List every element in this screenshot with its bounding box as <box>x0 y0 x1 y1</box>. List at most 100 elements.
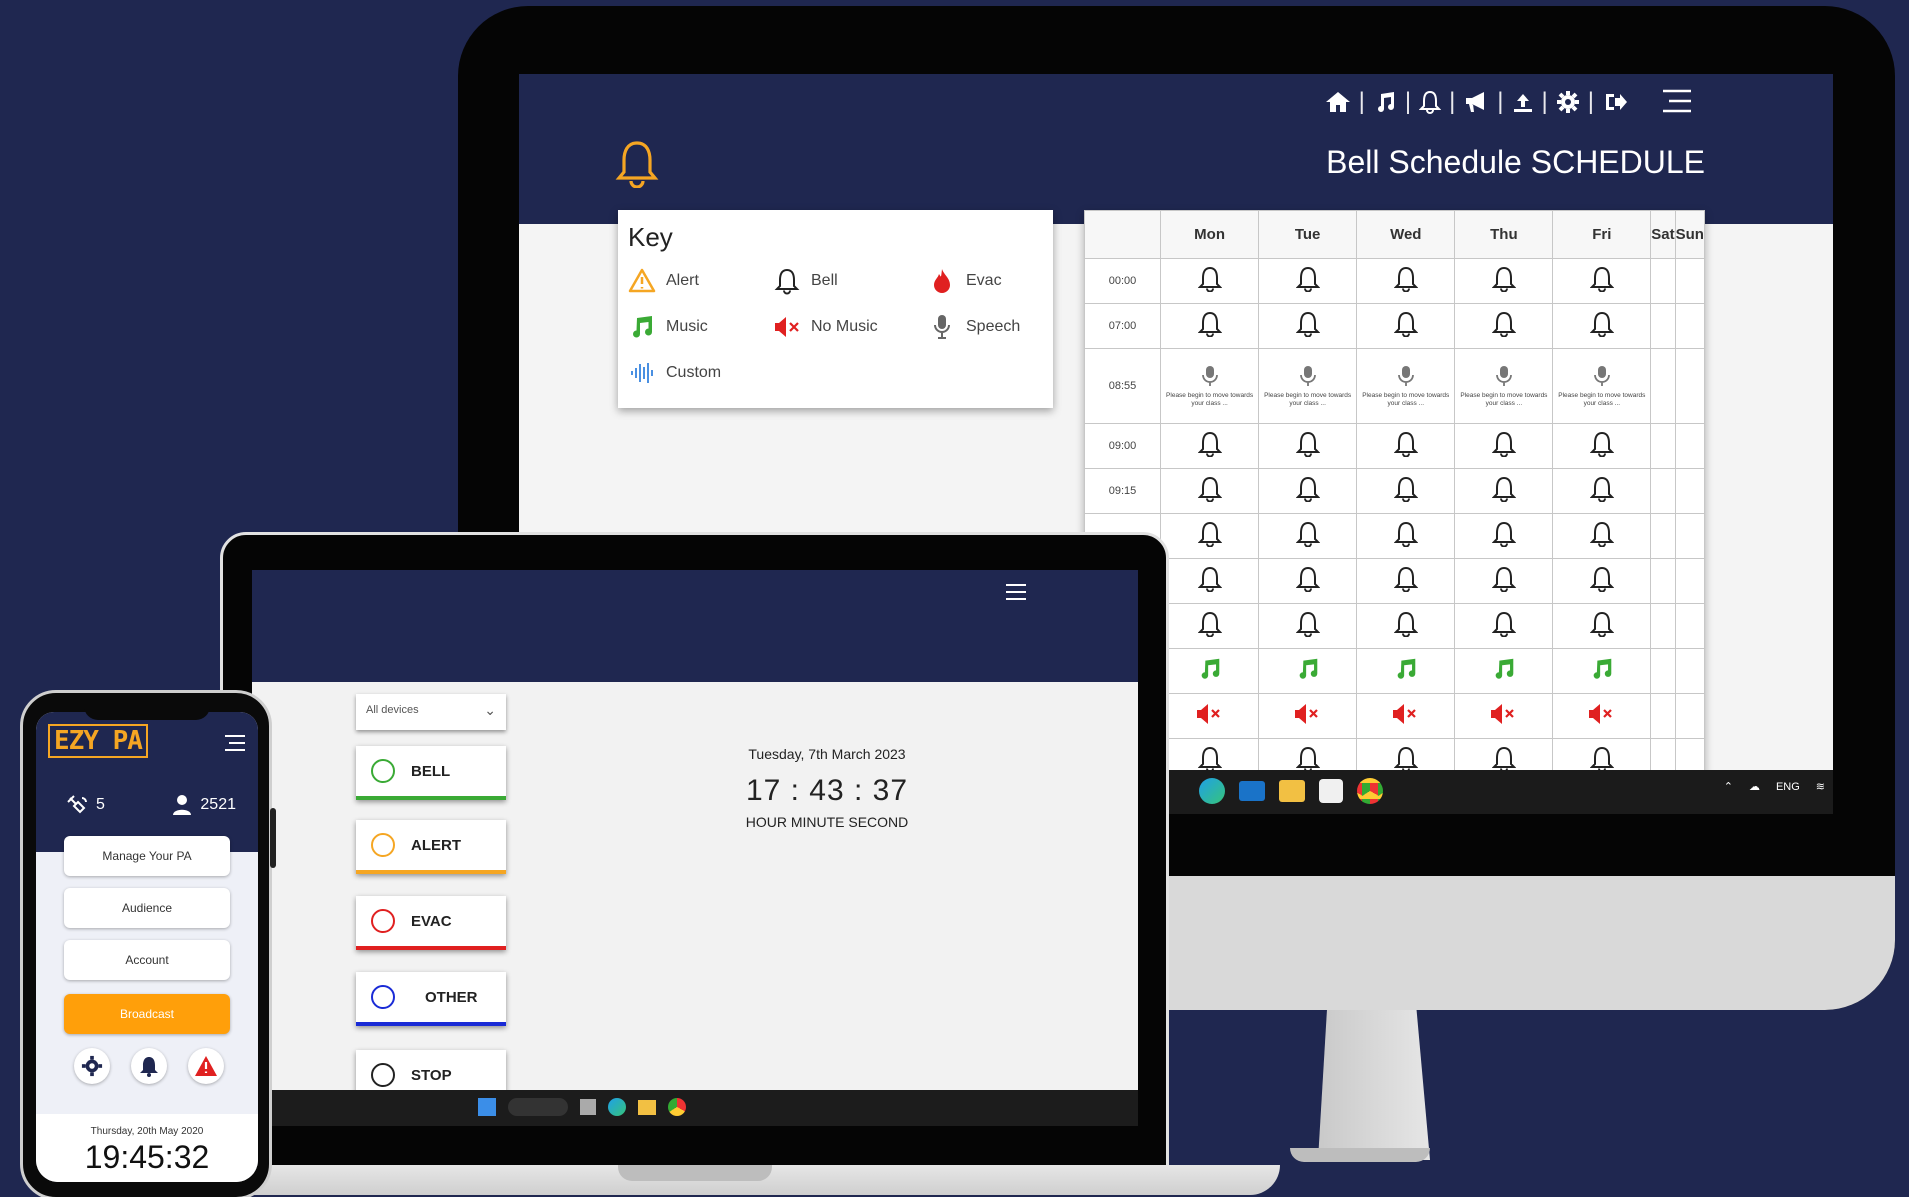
schedule-cell[interactable] <box>1650 423 1676 469</box>
alert-button[interactable] <box>188 1048 224 1084</box>
schedule-cell[interactable] <box>1650 258 1676 304</box>
account-button[interactable]: Account <box>64 940 230 980</box>
schedule-cell[interactable] <box>1159 303 1260 349</box>
schedule-cell[interactable] <box>1454 648 1554 694</box>
schedule-cell[interactable] <box>1159 648 1260 694</box>
schedule-cell[interactable] <box>1552 258 1652 304</box>
schedule-cell[interactable] <box>1159 423 1260 469</box>
schedule-cell[interactable] <box>1356 423 1456 469</box>
windows-start-icon[interactable] <box>478 1098 496 1116</box>
schedule-cell[interactable]: Please begin to move towards your class … <box>1159 348 1260 424</box>
wifi-icon[interactable]: ≋ <box>1816 780 1825 793</box>
schedule-cell[interactable] <box>1356 513 1456 559</box>
schedule-cell[interactable] <box>1258 423 1358 469</box>
schedule-cell[interactable] <box>1356 468 1456 514</box>
schedule-cell[interactable] <box>1552 468 1652 514</box>
schedule-cell[interactable] <box>1258 513 1358 559</box>
schedule-cell[interactable] <box>1552 603 1652 649</box>
schedule-cell[interactable] <box>1674 558 1706 604</box>
schedule-cell[interactable] <box>1454 558 1554 604</box>
schedule-cell[interactable] <box>1356 258 1456 304</box>
gear-icon[interactable] <box>1556 90 1580 114</box>
schedule-cell[interactable] <box>1674 258 1706 304</box>
schedule-cell[interactable] <box>1159 693 1260 739</box>
other-button[interactable]: OTHER <box>356 972 506 1026</box>
schedule-cell[interactable] <box>1356 603 1456 649</box>
broadcast-button[interactable]: Broadcast <box>64 994 230 1034</box>
folder-icon[interactable] <box>638 1099 656 1115</box>
music-icon[interactable] <box>1373 90 1397 114</box>
schedule-cell[interactable] <box>1650 693 1676 739</box>
schedule-cell[interactable] <box>1454 258 1554 304</box>
chrome-icon[interactable] <box>1357 778 1383 804</box>
schedule-cell[interactable] <box>1552 693 1652 739</box>
schedule-cell[interactable] <box>1356 648 1456 694</box>
schedule-cell[interactable] <box>1258 258 1358 304</box>
schedule-cell[interactable] <box>1356 303 1456 349</box>
schedule-cell[interactable] <box>1454 468 1554 514</box>
schedule-cell[interactable] <box>1454 603 1554 649</box>
schedule-cell[interactable] <box>1674 513 1706 559</box>
device-select[interactable]: All devices ⌄ <box>356 694 506 730</box>
schedule-cell[interactable] <box>1650 648 1676 694</box>
alert-button[interactable]: ALERT <box>356 820 506 874</box>
schedule-cell[interactable] <box>1159 513 1260 559</box>
mail-icon[interactable] <box>1239 781 1265 801</box>
schedule-cell[interactable]: Please begin to move towards your class … <box>1454 348 1554 424</box>
schedule-cell[interactable] <box>1650 468 1676 514</box>
hamburger-menu-icon[interactable] <box>1004 582 1028 602</box>
schedule-cell[interactable] <box>1258 558 1358 604</box>
logout-icon[interactable] <box>1602 90 1628 114</box>
search-pill[interactable] <box>508 1098 568 1116</box>
hamburger-menu-icon[interactable] <box>224 734 246 752</box>
manage-your-pa-button[interactable]: Manage Your PA <box>64 836 230 876</box>
hamburger-menu-icon[interactable] <box>1661 88 1693 114</box>
audience-button[interactable]: Audience <box>64 888 230 928</box>
schedule-cell[interactable] <box>1552 648 1652 694</box>
schedule-cell[interactable] <box>1650 603 1676 649</box>
schedule-cell[interactable]: Please begin to move towards your class … <box>1552 348 1652 424</box>
schedule-cell[interactable] <box>1674 648 1706 694</box>
schedule-cell[interactable] <box>1674 348 1706 424</box>
schedule-cell[interactable] <box>1159 258 1260 304</box>
schedule-cell[interactable] <box>1356 558 1456 604</box>
bell-icon[interactable] <box>1419 90 1442 114</box>
language-indicator[interactable]: ENG <box>1776 781 1800 793</box>
schedule-cell[interactable] <box>1552 303 1652 349</box>
schedule-cell[interactable] <box>1454 303 1554 349</box>
edge-icon[interactable] <box>608 1098 626 1116</box>
schedule-cell[interactable] <box>1258 603 1358 649</box>
bell-button[interactable]: BELL <box>356 746 506 800</box>
schedule-cell[interactable] <box>1650 513 1676 559</box>
home-icon[interactable] <box>1325 90 1351 114</box>
schedule-cell[interactable] <box>1552 558 1652 604</box>
schedule-cell[interactable] <box>1650 348 1676 424</box>
megaphone-icon[interactable] <box>1463 90 1489 114</box>
bell-button[interactable] <box>131 1048 167 1084</box>
taskview-icon[interactable] <box>580 1099 596 1115</box>
schedule-cell[interactable] <box>1674 303 1706 349</box>
chrome-icon[interactable] <box>668 1098 686 1116</box>
edge-icon[interactable] <box>1199 778 1225 804</box>
upload-icon[interactable] <box>1512 90 1534 114</box>
evac-button[interactable]: EVAC <box>356 896 506 950</box>
schedule-cell[interactable] <box>1258 648 1358 694</box>
schedule-cell[interactable]: Please begin to move towards your class … <box>1258 348 1358 424</box>
schedule-cell[interactable] <box>1552 513 1652 559</box>
schedule-cell[interactable] <box>1674 423 1706 469</box>
store-icon[interactable] <box>1319 779 1343 803</box>
cloud-icon[interactable]: ☁ <box>1749 780 1760 793</box>
schedule-cell[interactable] <box>1159 468 1260 514</box>
schedule-cell[interactable] <box>1258 468 1358 514</box>
schedule-cell[interactable] <box>1552 423 1652 469</box>
schedule-cell[interactable] <box>1159 558 1260 604</box>
schedule-cell[interactable] <box>1454 513 1554 559</box>
folder-icon[interactable] <box>1279 780 1305 802</box>
schedule-cell[interactable] <box>1356 693 1456 739</box>
schedule-cell[interactable] <box>1454 693 1554 739</box>
schedule-cell[interactable] <box>1258 303 1358 349</box>
schedule-cell[interactable] <box>1159 603 1260 649</box>
schedule-cell[interactable]: Please begin to move towards your class … <box>1356 348 1456 424</box>
schedule-cell[interactable] <box>1454 423 1554 469</box>
settings-button[interactable] <box>74 1048 110 1084</box>
